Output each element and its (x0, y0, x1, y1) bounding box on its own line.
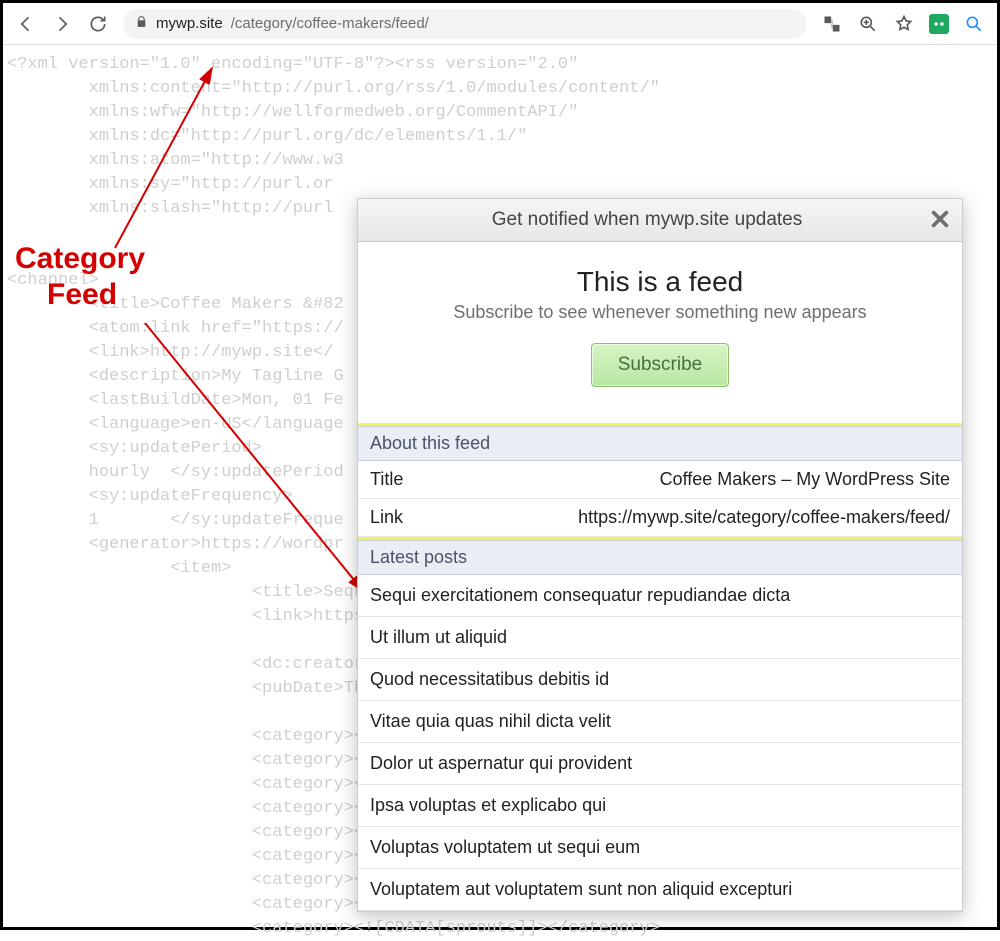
key-icon[interactable] (963, 13, 985, 35)
annotation-label: Category Feed (15, 241, 145, 313)
lock-icon (135, 15, 148, 32)
feed-title: This is a feed (378, 266, 942, 298)
post-row[interactable]: Voluptatem aut voluptatem sunt non aliqu… (358, 869, 962, 911)
post-row[interactable]: Ut illum ut aliquid (358, 617, 962, 659)
link-value: https://mywp.site/category/coffee-makers… (578, 507, 950, 528)
post-row[interactable]: Ipsa voluptas et explicabo qui (358, 785, 962, 827)
extension-icon[interactable] (929, 14, 949, 34)
annotation-arrows (5, 63, 385, 623)
title-label: Title (370, 469, 403, 490)
popup-header-text: Get notified when mywp.site updates (492, 209, 803, 230)
about-title-row: Title Coffee Makers – My WordPress Site (358, 461, 962, 499)
browser-toolbar: mywp.site/category/coffee-makers/feed/ (3, 3, 997, 45)
about-link-row: Link https://mywp.site/category/coffee-m… (358, 499, 962, 537)
url-domain: mywp.site (156, 15, 223, 32)
post-row[interactable]: Dolor ut aspernatur qui provident (358, 743, 962, 785)
post-row[interactable]: Quod necessitatibus debitis id (358, 659, 962, 701)
popup-header: Get notified when mywp.site updates (358, 199, 962, 242)
close-button[interactable] (926, 205, 954, 233)
latest-section-head: Latest posts (358, 540, 962, 575)
url-path: /category/coffee-makers/feed/ (231, 15, 429, 32)
back-button[interactable] (15, 13, 37, 35)
zoom-icon[interactable] (857, 13, 879, 35)
forward-button[interactable] (51, 13, 73, 35)
post-row[interactable]: Vitae quia quas nihil dicta velit (358, 701, 962, 743)
star-icon[interactable] (893, 13, 915, 35)
address-bar[interactable]: mywp.site/category/coffee-makers/feed/ (123, 9, 807, 39)
title-value: Coffee Makers – My WordPress Site (660, 469, 950, 490)
subscribe-button[interactable]: Subscribe (591, 343, 730, 387)
feed-popup: Get notified when mywp.site updates This… (357, 198, 963, 912)
feed-subtitle: Subscribe to see whenever something new … (378, 302, 942, 323)
reload-button[interactable] (87, 13, 109, 35)
post-row[interactable]: Voluptas voluptatem ut sequi eum (358, 827, 962, 869)
link-label: Link (370, 507, 403, 528)
about-section-head: About this feed (358, 426, 962, 461)
translate-icon[interactable] (821, 13, 843, 35)
post-row[interactable]: Sequi exercitationem consequatur repudia… (358, 575, 962, 617)
